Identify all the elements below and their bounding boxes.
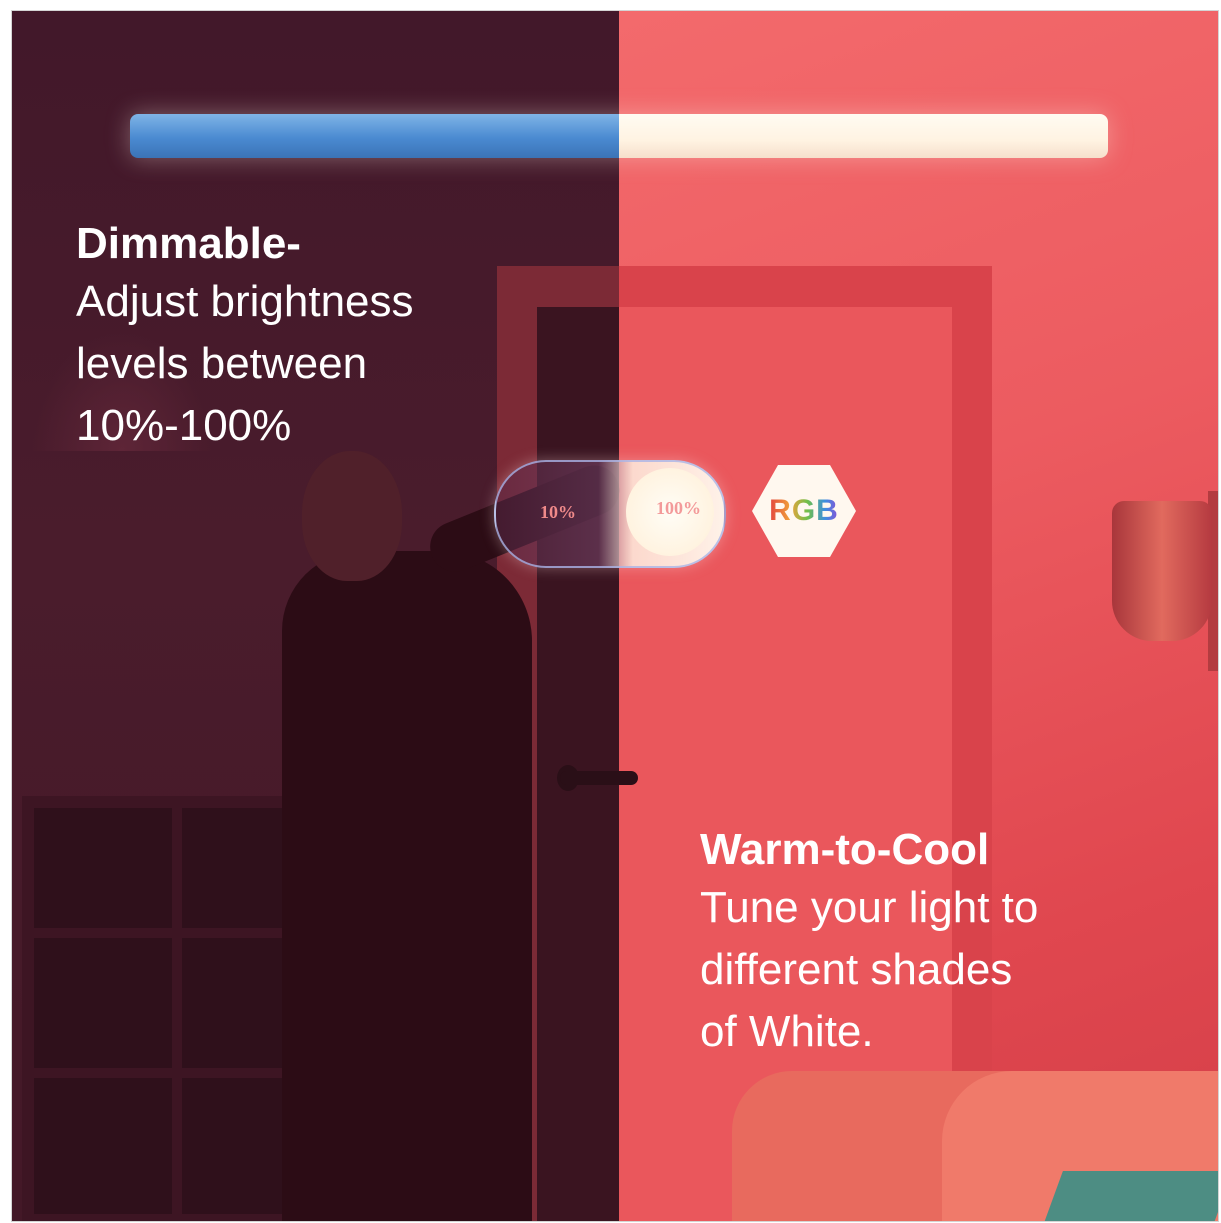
led-light-bar <box>130 114 1108 158</box>
brightness-slider-graphic: 10% 100% <box>494 460 726 568</box>
dimmable-heading: Dimmable- <box>76 219 301 268</box>
light-bar-cool-section <box>130 114 619 158</box>
dimmable-line-3: 10%-100% <box>76 401 292 450</box>
warm-cool-line-1: Tune your light to <box>700 883 1039 932</box>
warm-cool-line-2: different shades <box>700 945 1013 994</box>
light-bar-warm-section <box>619 114 1108 158</box>
warm-cool-heading: Warm-to-Cool <box>700 825 990 874</box>
dimmable-line-2: levels between <box>76 339 368 388</box>
wall-lamp-shade <box>1112 501 1212 641</box>
product-image: Dimmable- Adjust brightness levels betwe… <box>11 10 1219 1222</box>
person-body <box>282 551 532 1221</box>
slider-max-label: 100% <box>656 498 701 518</box>
slider-min-label: 10% <box>540 502 576 522</box>
person-head <box>302 451 402 581</box>
rgb-badge-label: RGB <box>769 494 839 527</box>
dimmable-caption: Dimmable- Adjust brightness levels betwe… <box>76 217 496 457</box>
dimmable-line-1: Adjust brightness <box>76 277 414 326</box>
warm-cool-line-3: of White. <box>700 1007 874 1056</box>
warm-cool-caption: Warm-to-Cool Tune your light to differen… <box>700 823 1140 1063</box>
laptop <box>1041 1171 1218 1221</box>
bookshelf <box>22 796 322 1221</box>
door-handle <box>560 771 638 785</box>
